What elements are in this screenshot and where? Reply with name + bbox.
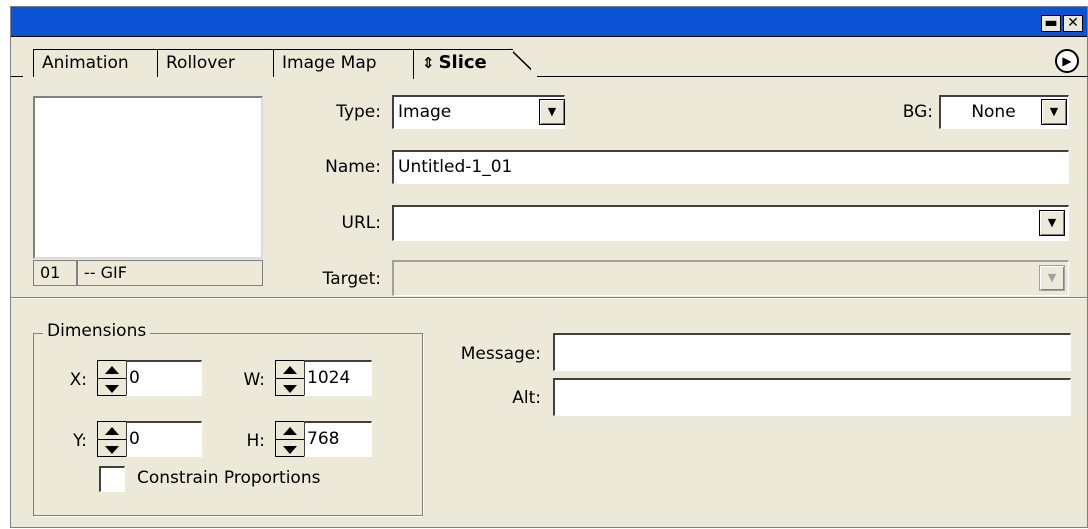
slice-number: 01 <box>33 260 77 286</box>
h-label: H: <box>246 431 265 451</box>
up-arrow-icon <box>283 366 297 374</box>
bg-dropdown-button[interactable]: ▼ <box>1041 99 1067 125</box>
name-label: Name: <box>325 157 381 177</box>
slice-format: -- GIF <box>77 260 263 286</box>
target-label: Target: <box>322 269 381 289</box>
constrain-proportions-label: Constrain Proportions <box>137 468 321 488</box>
play-arrow-icon: ▶ <box>1062 54 1072 68</box>
tab-rollover[interactable]: Rollover <box>157 49 273 77</box>
dimensions-group-label: Dimensions <box>43 321 151 341</box>
tab-slice[interactable]: ⇕ Slice <box>413 49 513 79</box>
url-label: URL: <box>341 213 381 233</box>
x-input[interactable]: 0 <box>126 360 202 396</box>
h-stepper[interactable] <box>275 421 305 457</box>
y-input[interactable]: 0 <box>126 421 202 457</box>
target-input[interactable] <box>392 260 1069 296</box>
x-stepper[interactable] <box>97 360 127 396</box>
panel-menu-button[interactable]: ▶ <box>1055 49 1079 73</box>
slice-panel-window: ▬ ✕ Animation Rollover Image Map ⇕ Slice … <box>10 6 1088 528</box>
tab-image-map-label: Image Map <box>282 53 377 73</box>
w-stepper[interactable] <box>275 360 305 396</box>
tab-animation[interactable]: Animation <box>33 49 157 77</box>
up-arrow-icon <box>283 427 297 435</box>
x-label: X: <box>69 370 87 390</box>
w-input[interactable]: 1024 <box>304 360 372 396</box>
up-arrow-icon <box>105 366 119 374</box>
tab-baseline-right <box>537 76 1088 77</box>
alt-label: Alt: <box>512 388 541 408</box>
alt-input[interactable] <box>553 378 1071 416</box>
message-label: Message: <box>460 344 541 364</box>
name-value: Untitled-1_01 <box>398 157 513 177</box>
bg-value: None <box>971 102 1016 122</box>
type-value: Image <box>398 102 452 122</box>
updown-icon: ⇕ <box>422 54 435 72</box>
message-input[interactable] <box>553 333 1071 371</box>
title-bar[interactable]: ▬ ✕ <box>11 7 1087 37</box>
tab-image-map[interactable]: Image Map <box>273 49 413 77</box>
url-input[interactable] <box>392 205 1069 241</box>
type-dropdown-button[interactable]: ▼ <box>539 99 565 125</box>
slice-preview <box>33 96 263 259</box>
target-dropdown-button[interactable]: ▼ <box>1039 265 1065 291</box>
down-arrow-icon <box>105 446 119 454</box>
tab-slice-label: Slice <box>438 52 487 73</box>
tab-rollover-label: Rollover <box>166 53 235 73</box>
section-divider <box>11 297 1087 299</box>
down-arrow-icon <box>105 385 119 393</box>
type-label: Type: <box>336 102 381 122</box>
y-label: Y: <box>73 431 87 451</box>
bg-label: BG: <box>902 102 933 122</box>
tab-baseline-left <box>11 76 23 77</box>
h-input[interactable]: 768 <box>304 421 372 457</box>
down-arrow-icon <box>283 385 297 393</box>
up-arrow-icon <box>105 427 119 435</box>
tab-animation-label: Animation <box>42 53 129 73</box>
down-arrow-icon <box>283 446 297 454</box>
constrain-proportions-checkbox[interactable] <box>99 466 125 492</box>
w-label: W: <box>243 370 265 390</box>
y-stepper[interactable] <box>97 421 127 457</box>
minimize-button[interactable]: ▬ <box>1041 15 1061 32</box>
name-input[interactable]: Untitled-1_01 <box>392 150 1069 184</box>
tab-strip: Animation Rollover Image Map ⇕ Slice <box>11 37 1087 79</box>
close-button[interactable]: ✕ <box>1063 15 1083 32</box>
url-dropdown-button[interactable]: ▼ <box>1039 210 1065 236</box>
